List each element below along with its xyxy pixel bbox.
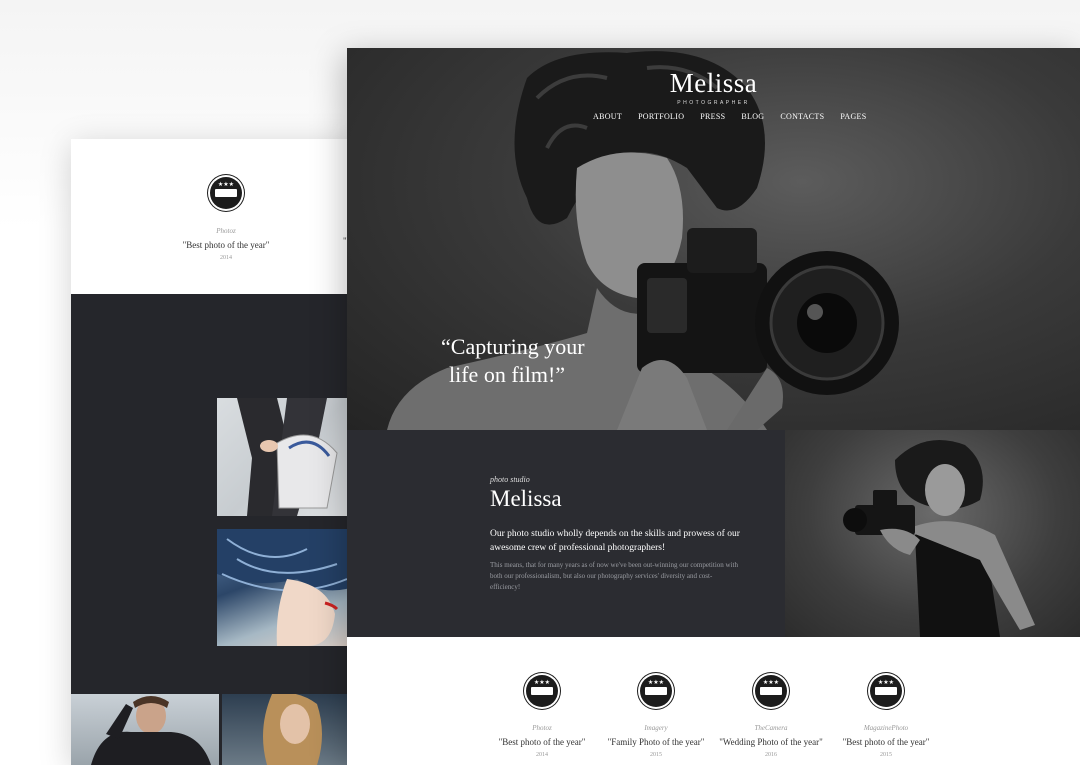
award-source: Imagery	[644, 724, 668, 732]
awards-section: ★★★ Photoz "Best photo of the year" 2014…	[347, 637, 1080, 765]
nav-item-pages[interactable]: PAGES	[840, 112, 866, 121]
award-source: MagazinePhoto	[863, 724, 909, 732]
award-badge-icon: ★★★	[210, 177, 242, 209]
back-page-preview: ★★★ Photoz "Best photo of the year" 2014…	[71, 139, 361, 765]
award-source: TheCamera	[754, 724, 788, 732]
logo-subtitle: PHOTOGRAPHER	[677, 100, 750, 106]
award-title: "Family Photo of the year"	[607, 737, 705, 747]
award-year: 2016	[765, 752, 777, 758]
about-section: photo studio Melissa Our photo studio wh…	[347, 430, 785, 637]
award-title: "Best photo of the year"	[182, 240, 270, 250]
logo-name: Melissa	[669, 68, 758, 98]
award-badge-icon: ★★★	[870, 675, 902, 707]
about-tag: photo studio	[490, 475, 530, 484]
hero-quote: “Capturing your life on film!”	[441, 333, 641, 389]
award-item: ★★★ Photoz "Best photo of the year" 2014	[482, 675, 602, 758]
award-item: ★★★ TheCamera "Wedding Photo of the year…	[711, 675, 831, 758]
portfolio-photo-feather-hat[interactable]	[217, 529, 361, 646]
nav-item-contacts[interactable]: CONTACTS	[780, 112, 824, 121]
about-body-text: This means, that for many years as of no…	[490, 561, 738, 591]
award-badge-icon: ★★★	[526, 675, 558, 707]
about-lead-text: Our photo studio wholly depends on the s…	[490, 529, 740, 553]
nav-item-blog[interactable]: BLOG	[741, 112, 764, 121]
about-photographer-image	[785, 430, 1080, 637]
back-awards-section: ★★★ Photoz "Best photo of the year" 2014…	[71, 139, 361, 294]
nav-item-about[interactable]: ABOUT	[593, 112, 622, 121]
award-year: 2014	[536, 752, 548, 758]
award-title: "Best photo of the year"	[842, 737, 930, 747]
back-award-item: ★★★ Photoz "Best photo of the year" 2014	[181, 177, 271, 261]
award-year: 2015	[880, 752, 892, 758]
nav-item-portfolio[interactable]: PORTFOLIO	[638, 112, 684, 121]
award-source: Photoz	[532, 724, 552, 732]
portfolio-photo-fashion-bag[interactable]	[217, 398, 361, 516]
award-year: 2015	[650, 752, 662, 758]
front-page-preview: Melissa PHOTOGRAPHER ABOUT PORTFOLIO PRE…	[347, 48, 1080, 765]
award-title: "Best photo of the year"	[498, 737, 586, 747]
award-badge-icon: ★★★	[640, 675, 672, 707]
main-nav: ABOUT PORTFOLIO PRESS BLOG CONTACTS PAGE…	[593, 112, 882, 121]
site-logo[interactable]: Melissa PHOTOGRAPHER	[347, 68, 1080, 106]
award-source: Photoz	[216, 227, 236, 235]
about-title: Melissa	[490, 486, 562, 511]
hero-quote-line1: “Capturing your	[441, 334, 585, 359]
hero-quote-line2: life on film!”	[449, 362, 566, 387]
hero-section: Melissa PHOTOGRAPHER ABOUT PORTFOLIO PRE…	[347, 48, 1080, 430]
award-item: ★★★ MagazinePhoto "Best photo of the yea…	[826, 675, 946, 758]
award-item: ★★★ Imagery "Family Photo of the year" 2…	[596, 675, 716, 758]
portfolio-photo-man[interactable]	[71, 694, 219, 765]
award-badge-icon: ★★★	[755, 675, 787, 707]
award-title: "Wedding Photo of the year"	[719, 737, 823, 747]
portfolio-photo-woman[interactable]	[222, 694, 361, 765]
nav-item-press[interactable]: PRESS	[700, 112, 725, 121]
award-year: 2014	[220, 255, 232, 261]
